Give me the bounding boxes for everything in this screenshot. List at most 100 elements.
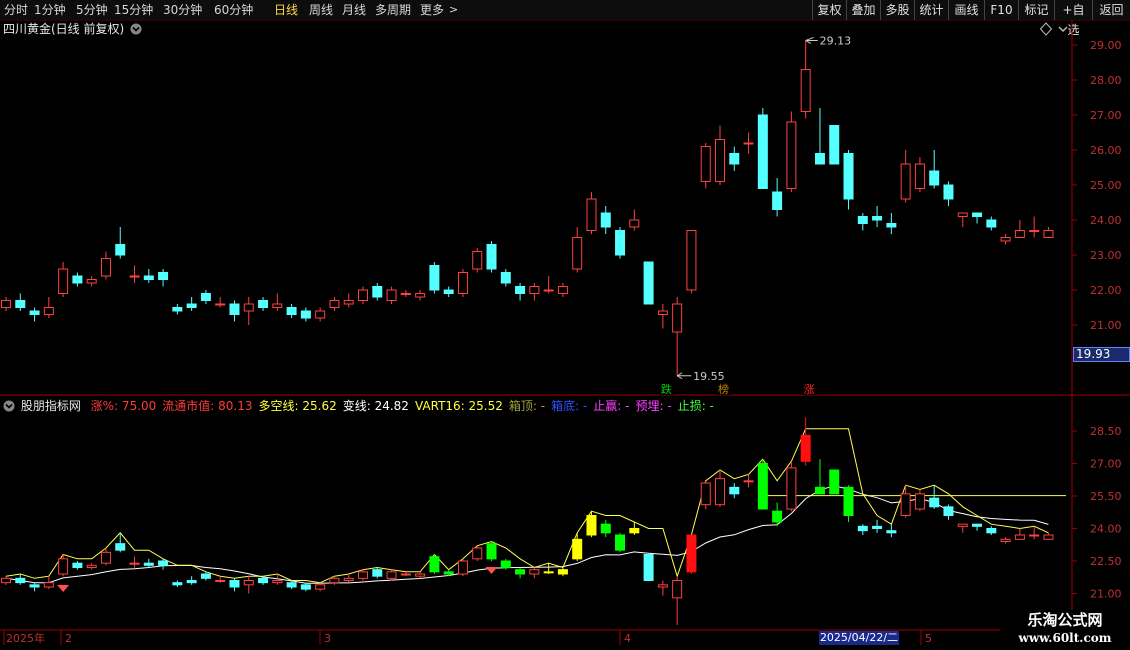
diamond-icon[interactable] [1039, 22, 1053, 36]
ind-candle [1043, 532, 1054, 540]
candle [957, 212, 968, 227]
period-tab-5[interactable]: 60分钟 [214, 2, 253, 18]
period-tab-2[interactable]: 5分钟 [76, 2, 108, 18]
watermark-url: www.60lt.com [1018, 631, 1112, 645]
candle [814, 108, 825, 165]
candle [29, 307, 40, 322]
period-tab-8[interactable]: 月线 [342, 2, 366, 18]
ind-candle [100, 548, 111, 566]
stock-title[interactable]: 四川黄金(日线 前复权) [3, 22, 124, 36]
candle [1000, 234, 1011, 245]
candle [715, 125, 725, 185]
toolbar-button-2[interactable]: 多股 [880, 0, 914, 20]
legend-item-9: 止损: - [677, 399, 714, 413]
ind-candle [372, 567, 383, 579]
candle [986, 216, 997, 231]
period-tab-7[interactable]: 周线 [309, 2, 333, 18]
collapse-chevron-icon[interactable] [1056, 22, 1070, 36]
toolbar-button-5[interactable]: F10 [984, 0, 1018, 20]
indicator-legend-row: 股朋指标网 涨%: 75.00 流通市值: 80.13 多空线: 25.62 变线: … [3, 398, 714, 414]
candle [629, 209, 640, 231]
candle [172, 304, 183, 315]
ind-candle [757, 459, 768, 510]
legend-item-4: VART16: 25.52 [414, 399, 503, 413]
period-tab-4[interactable]: 30分钟 [163, 2, 202, 18]
watermark-title: 乐淘公式网 [1027, 611, 1103, 629]
candle [386, 286, 397, 304]
ind-candle [186, 576, 197, 585]
candle [543, 276, 554, 294]
toolbar-button-7[interactable]: +自选 [1054, 0, 1092, 37]
ind-candle [229, 578, 240, 592]
ind-candle [15, 574, 26, 585]
period-tab-1[interactable]: 1分钟 [34, 2, 66, 18]
toolbar-button-1[interactable]: 叠加 [846, 0, 880, 20]
candle [515, 283, 526, 301]
ind-candle [472, 545, 483, 561]
period-tab-0[interactable]: 分时 [4, 2, 28, 18]
ind-candle [857, 524, 868, 535]
date-label: 4 [624, 632, 631, 645]
current-price: 19.93 [1076, 347, 1111, 361]
ind-candle [86, 563, 97, 570]
period-toolbar: 分时 1分钟 5分钟 15分钟 30分钟 60分钟 日线 周线 月线 多周期 更多 > 复权 叠加 多股… [0, 0, 1130, 37]
ind-candle [572, 532, 583, 561]
indicator-menu-icon[interactable] [3, 400, 15, 412]
candle [643, 261, 654, 305]
dropdown-icon[interactable] [130, 23, 142, 35]
candle [58, 262, 69, 297]
candle [686, 230, 697, 294]
toolbar-button-0[interactable]: 复权 [812, 0, 846, 20]
ind-candle [143, 558, 154, 568]
candle [1029, 216, 1040, 238]
candle [914, 157, 925, 192]
ind-candle [814, 459, 825, 495]
ind-candle [886, 524, 897, 538]
period-tab-6[interactable]: 日线 [274, 2, 298, 18]
price-tick-label: 25.00 [1090, 179, 1122, 192]
ind-candle [586, 511, 597, 538]
ind-candle [1000, 537, 1011, 544]
signal-marker-0: 跌 [659, 381, 674, 396]
candle [343, 293, 354, 308]
toolbar-button-4[interactable]: 画线 [948, 0, 984, 20]
ind-candle [329, 576, 340, 585]
ind-candle [486, 541, 497, 561]
current-price-box: 19.93 [1073, 347, 1130, 362]
candle [115, 227, 126, 259]
price-tick-label: 24.00 [1090, 214, 1122, 227]
ind-tick-label: 28.50 [1090, 425, 1122, 438]
period-tab-3[interactable]: 15分钟 [114, 2, 153, 18]
price-tick-label: 21.00 [1090, 319, 1122, 332]
ind-candle [300, 582, 311, 592]
ind-candle [943, 504, 954, 520]
candle [829, 125, 840, 165]
ind-candle [500, 558, 511, 570]
ind-candle [629, 522, 640, 535]
candle [100, 251, 111, 280]
toolbar-button-8[interactable]: 返回 [1092, 0, 1130, 20]
candle [843, 150, 854, 210]
candle [1014, 220, 1025, 238]
candle [15, 293, 26, 311]
period-tab-9[interactable]: 多周期 [375, 2, 411, 18]
candle [158, 269, 169, 287]
indicator-name[interactable]: 股朋指标网 [21, 399, 81, 413]
candle [72, 272, 83, 287]
toolbar-button-3[interactable]: 统计 [914, 0, 948, 20]
toolbar-button-6[interactable]: 标记 [1018, 0, 1054, 20]
date-label: 3 [324, 632, 331, 645]
ind-candle [1029, 526, 1040, 540]
ind-candle [515, 567, 526, 579]
ind-candle [786, 461, 797, 512]
ind-candle [929, 485, 940, 509]
ind-candle [715, 470, 725, 507]
ind-candle [129, 556, 140, 568]
candle [886, 213, 897, 234]
ind-candle [286, 580, 297, 590]
ind-tick-label: 22.50 [1090, 555, 1122, 568]
legend-item-3: 变线: 24.82 [342, 399, 409, 413]
period-tab-10[interactable]: 更多 [420, 2, 444, 18]
candle [1, 297, 11, 311]
more-chevron-icon[interactable]: > [449, 2, 458, 18]
